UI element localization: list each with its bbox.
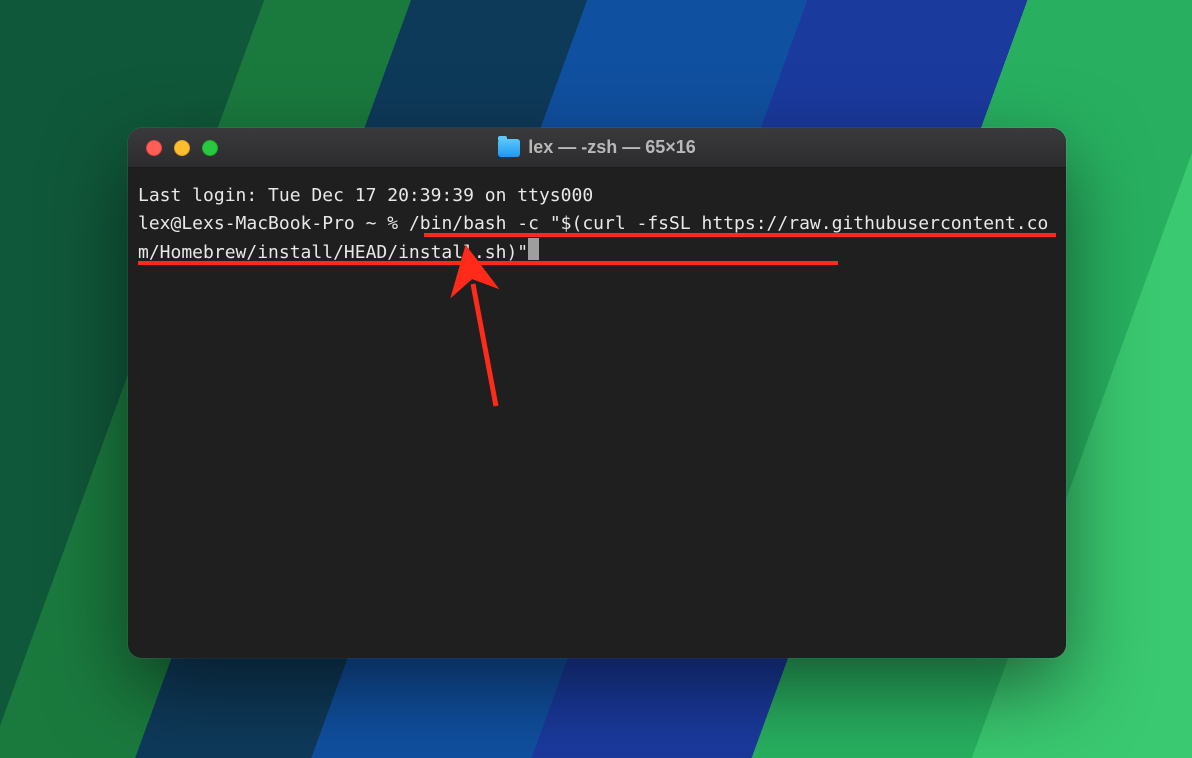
window-title-text: lex — -zsh — 65×16 bbox=[528, 137, 696, 158]
window-titlebar[interactable]: lex — -zsh — 65×16 bbox=[128, 128, 1066, 168]
maximize-button[interactable] bbox=[202, 140, 218, 156]
last-login-line: Last login: Tue Dec 17 20:39:39 on ttys0… bbox=[138, 185, 593, 206]
close-button[interactable] bbox=[146, 140, 162, 156]
window-title: lex — -zsh — 65×16 bbox=[128, 137, 1066, 158]
minimize-button[interactable] bbox=[174, 140, 190, 156]
terminal-body[interactable]: Last login: Tue Dec 17 20:39:39 on ttys0… bbox=[128, 168, 1066, 658]
folder-icon bbox=[498, 139, 520, 157]
shell-prompt: lex@Lexs-MacBook-Pro ~ % bbox=[138, 213, 409, 234]
terminal-window: lex — -zsh — 65×16 Last login: Tue Dec 1… bbox=[128, 128, 1066, 658]
terminal-cursor bbox=[528, 238, 539, 260]
traffic-lights bbox=[146, 140, 218, 156]
